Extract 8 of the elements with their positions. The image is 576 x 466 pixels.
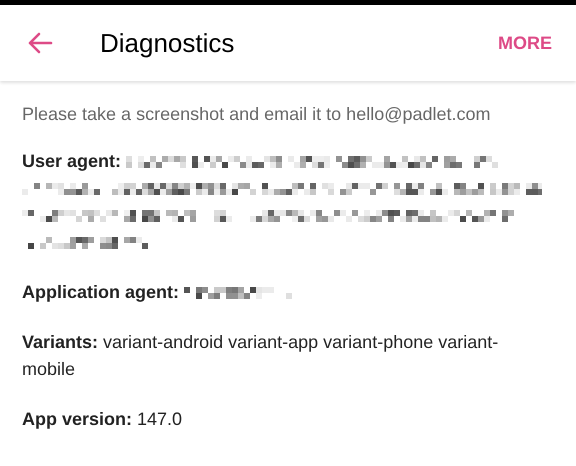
more-button[interactable]: MORE: [494, 30, 556, 56]
field-label: User agent:: [22, 150, 122, 173]
back-arrow-icon: [27, 32, 53, 54]
info-text: App version: 147.0: [22, 408, 184, 431]
instruction-text: Please take a screenshot and email it to hello@padlet.com: [22, 103, 492, 126]
screen-title: Diagnostics: [100, 26, 234, 60]
field-label: Application agent:: [22, 281, 179, 304]
info-text: Variants: variant-android variant-app variant-phone variant-mobile: [22, 331, 500, 381]
